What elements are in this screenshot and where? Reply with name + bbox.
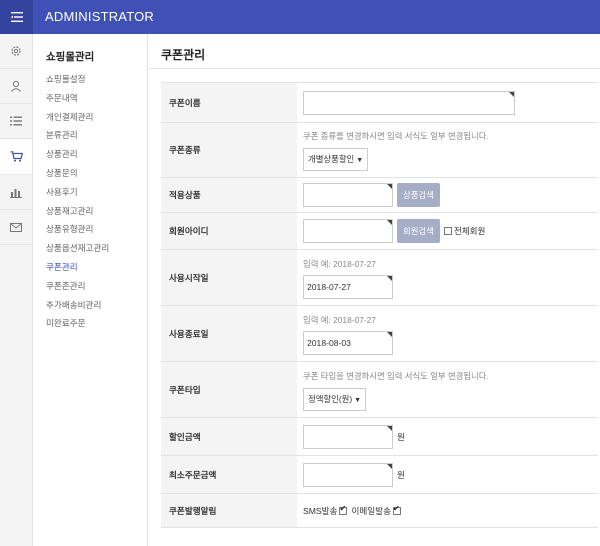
sidebar-item-orders[interactable]: 주문내역: [46, 89, 109, 108]
rail-settings[interactable]: [0, 34, 32, 69]
sidebar-item-shop-settings[interactable]: 쇼핑몰설정: [46, 70, 109, 89]
coupon-name-input[interactable]: [303, 90, 515, 115]
coupon-kind-selected: 개별상품할인: [308, 154, 355, 164]
row-target-product: 적용상품 상품검색: [161, 177, 598, 213]
row-member-id: 회원아이디 회원검색 전체회원: [161, 212, 598, 250]
sidebar-item-personal-payment[interactable]: 개인결제관리: [46, 108, 109, 127]
rail-board[interactable]: [0, 104, 32, 139]
row-coupon-type: 쿠폰타입 쿠폰 타입을 변경하시면 입력 서식도 일부 변경됩니다. 정액할인(…: [161, 361, 598, 418]
sms-checkbox[interactable]: [339, 504, 348, 515]
row-end-date: 사용종료일 입력 예: 2018-07-27 2018-08-03: [161, 305, 598, 362]
rail-mail[interactable]: [0, 210, 32, 245]
end-date-hint: 입력 예: 2018-07-27: [303, 314, 376, 325]
brand-title[interactable]: ADMINISTRATOR: [45, 0, 154, 34]
label-discount: 할인금액: [161, 417, 297, 456]
member-search-button[interactable]: 회원검색: [397, 219, 440, 243]
all-members-label: 전체회원: [453, 226, 486, 236]
label-coupon-type: 쿠폰타입: [161, 361, 297, 418]
coupon-type-hint: 쿠폰 타입을 변경하시면 입력 서식도 일부 변경됩니다.: [303, 370, 489, 381]
title-divider: [148, 68, 600, 69]
discount-unit: 원: [397, 431, 405, 442]
gear-icon: [11, 46, 21, 56]
start-date-hint: 입력 예: 2018-07-27: [303, 258, 376, 269]
user-icon: [11, 80, 21, 92]
coupon-type-select[interactable]: 정액할인(원) ▼: [303, 387, 367, 411]
icon-rail: [0, 34, 33, 546]
mail-icon: [10, 222, 22, 232]
sidebar-item-products[interactable]: 상품관리: [46, 145, 109, 164]
sidebar-title: 쇼핑몰관리: [46, 51, 95, 63]
sidebar-item-reviews[interactable]: 사용후기: [46, 183, 109, 202]
rail-members[interactable]: [0, 69, 32, 104]
coupon-kind-hint: 쿠폰 종류를 변경하시면 입력 서식도 일부 변경됩니다.: [303, 131, 489, 141]
label-coupon-name: 쿠폰이름: [161, 82, 297, 123]
sidebar-item-option-stock[interactable]: 상품옵션재고관리: [46, 239, 109, 258]
dropdown-arrow-icon: ▼: [356, 157, 364, 164]
start-date-input[interactable]: 2018-07-27: [303, 274, 393, 299]
coupon-form: 쿠폰이름 쿠폰종류 쿠폰 종류를 변경하시면 입력 서식도 일부 변경됩니다. …: [161, 82, 598, 528]
menu-icon: [10, 12, 23, 22]
row-coupon-kind: 쿠폰종류 쿠폰 종류를 변경하시면 입력 서식도 일부 변경됩니다. 개별상품할…: [161, 122, 598, 178]
min-order-input[interactable]: [303, 462, 393, 487]
cart-icon: [10, 151, 23, 162]
label-target-product: 적용상품: [161, 177, 297, 213]
all-members-checkbox[interactable]: [443, 227, 452, 235]
rail-shop[interactable]: [0, 139, 32, 175]
sidebar-item-incomplete-orders[interactable]: 미완료주문: [46, 314, 109, 333]
row-notify: 쿠폰발행알림 SMS발송 이메일발송: [161, 493, 598, 528]
sidebar-item-product-types[interactable]: 상품유형관리: [46, 220, 109, 239]
coupon-type-selected: 정액할인(원): [308, 393, 353, 404]
dropdown-arrow-icon: ▼: [354, 396, 362, 404]
sidebar-item-stock[interactable]: 상품재고관리: [46, 202, 109, 221]
label-min-order: 최소주문금액: [161, 455, 297, 494]
end-date-input[interactable]: 2018-08-03: [303, 330, 393, 355]
bar-chart-icon: [10, 188, 22, 198]
list-icon: [10, 116, 22, 126]
row-discount: 할인금액 원: [161, 417, 598, 456]
sidebar-item-coupon-zone[interactable]: 쿠폰존관리: [46, 277, 109, 296]
main-content: 쿠폰관리 쿠폰이름 쿠폰종류 쿠폰 종류를 변경하시면 입력 서식도 일부 변경…: [148, 34, 600, 546]
target-product-input[interactable]: [303, 183, 393, 207]
label-end-date: 사용종료일: [161, 305, 297, 362]
page-title: 쿠폰관리: [161, 48, 206, 62]
member-id-input[interactable]: [303, 219, 393, 243]
sidebar: 쇼핑몰관리 쇼핑몰설정 주문내역 개인결제관리 분류관리 상품관리 상품문의 사…: [33, 34, 148, 546]
coupon-kind-select[interactable]: 개별상품할인 ▼: [303, 148, 369, 171]
label-member-id: 회원아이디: [161, 212, 297, 250]
row-min-order: 최소주문금액 원: [161, 455, 598, 494]
email-label: 이메일발송: [351, 505, 391, 516]
sidebar-menu: 쇼핑몰설정 주문내역 개인결제관리 분류관리 상품관리 상품문의 사용후기 상품…: [46, 70, 109, 333]
email-checkbox[interactable]: [392, 504, 401, 515]
min-order-unit: 원: [397, 469, 405, 480]
label-coupon-kind: 쿠폰종류: [161, 122, 297, 178]
sidebar-item-categories[interactable]: 분류관리: [46, 126, 109, 145]
top-bar: ADMINISTRATOR: [0, 0, 600, 34]
row-start-date: 사용시작일 입력 예: 2018-07-27 2018-07-27: [161, 249, 598, 306]
sms-label: SMS발송: [303, 505, 338, 516]
rail-stats[interactable]: [0, 175, 32, 210]
label-start-date: 사용시작일: [161, 249, 297, 306]
sidebar-item-coupons[interactable]: 쿠폰관리: [46, 258, 109, 277]
label-notify: 쿠폰발행알림: [161, 493, 297, 528]
sidebar-item-extra-shipping[interactable]: 추가배송비관리: [46, 296, 109, 315]
discount-input[interactable]: [303, 424, 393, 449]
row-coupon-name: 쿠폰이름: [161, 82, 598, 123]
sidebar-item-product-inquiries[interactable]: 상품문의: [46, 164, 109, 183]
product-search-button[interactable]: 상품검색: [397, 183, 440, 207]
menu-toggle-button[interactable]: [0, 0, 33, 34]
